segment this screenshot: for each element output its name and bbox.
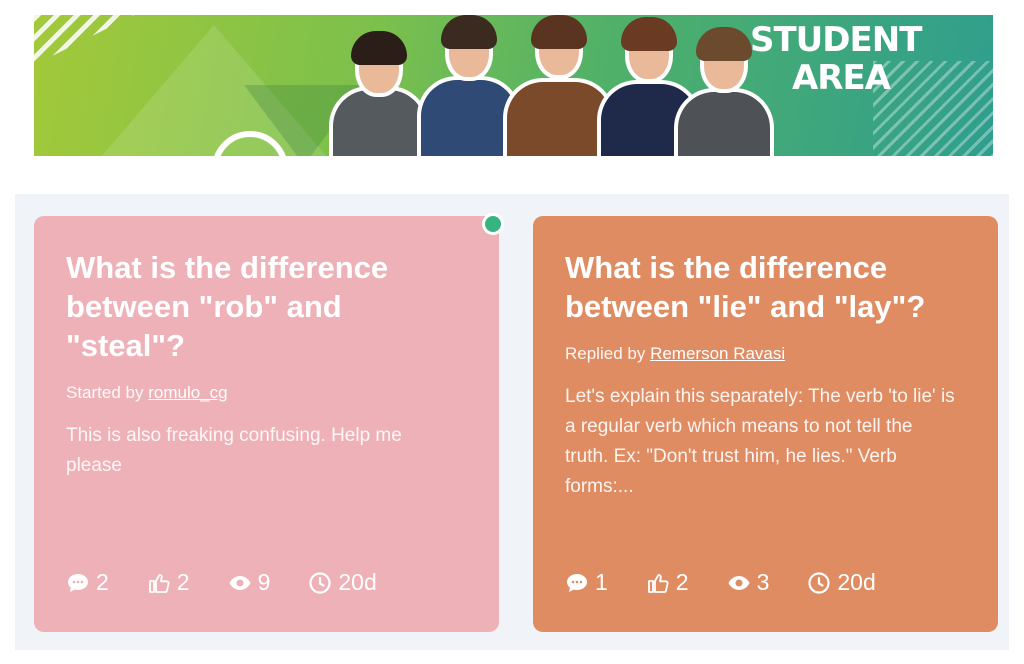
- student-area-banner: STUDENT AREA: [34, 15, 993, 156]
- card-stats: 2 2 9 20d: [66, 569, 415, 596]
- eye-icon: [229, 575, 251, 590]
- likes-stat: 2: [646, 569, 689, 596]
- age-stat: 20d: [308, 569, 377, 596]
- stripes-decoration: [873, 61, 993, 156]
- banner-people-illustration: [314, 15, 774, 156]
- discussion-card[interactable]: What is the difference between "lie" and…: [533, 216, 998, 632]
- online-status-dot: [482, 213, 504, 235]
- card-stats: 1 2 3 20d: [565, 569, 914, 596]
- discussion-cards-area: What is the difference between "rob" and…: [15, 194, 1009, 650]
- age-stat: 20d: [807, 569, 876, 596]
- card-excerpt: This is also freaking confusing. Help me…: [66, 425, 402, 476]
- card-meta: Started by romulo_cg: [66, 383, 467, 403]
- meta-prefix: Replied by: [565, 344, 646, 363]
- author-link[interactable]: romulo_cg: [148, 383, 227, 402]
- views-stat: 9: [228, 569, 271, 596]
- thumbs-up-icon: [647, 573, 669, 593]
- age-label: 20d: [338, 569, 377, 595]
- banner-title: STUDENT AREA: [750, 20, 922, 98]
- clock-icon: [309, 571, 331, 594]
- comments-stat: 2: [66, 569, 109, 596]
- eye-icon: [728, 575, 750, 590]
- thumbs-up-icon: [148, 573, 170, 593]
- likes-count: 2: [675, 569, 689, 595]
- views-count: 9: [257, 569, 271, 595]
- comments-stat: 1: [565, 569, 608, 596]
- card-title[interactable]: What is the difference between "lie" and…: [565, 248, 945, 326]
- banner-title-line1: STUDENT: [750, 20, 922, 60]
- discussion-card[interactable]: What is the difference between "rob" and…: [34, 216, 499, 632]
- likes-stat: 2: [147, 569, 190, 596]
- likes-count: 2: [176, 569, 190, 595]
- views-stat: 3: [727, 569, 770, 596]
- comments-count: 1: [595, 569, 608, 595]
- comments-count: 2: [96, 569, 109, 595]
- author-link[interactable]: Remerson Ravasi: [650, 344, 785, 363]
- comment-icon: [567, 573, 587, 592]
- clock-icon: [808, 571, 830, 594]
- comment-icon: [68, 573, 88, 592]
- card-meta: Replied by Remerson Ravasi: [565, 344, 966, 364]
- card-title[interactable]: What is the difference between "rob" and…: [66, 248, 446, 365]
- age-label: 20d: [837, 569, 876, 595]
- meta-prefix: Started by: [66, 383, 144, 402]
- card-excerpt: Let's explain this separately: The verb …: [565, 386, 955, 497]
- views-count: 3: [756, 569, 770, 595]
- banner-title-line2: AREA: [791, 58, 891, 98]
